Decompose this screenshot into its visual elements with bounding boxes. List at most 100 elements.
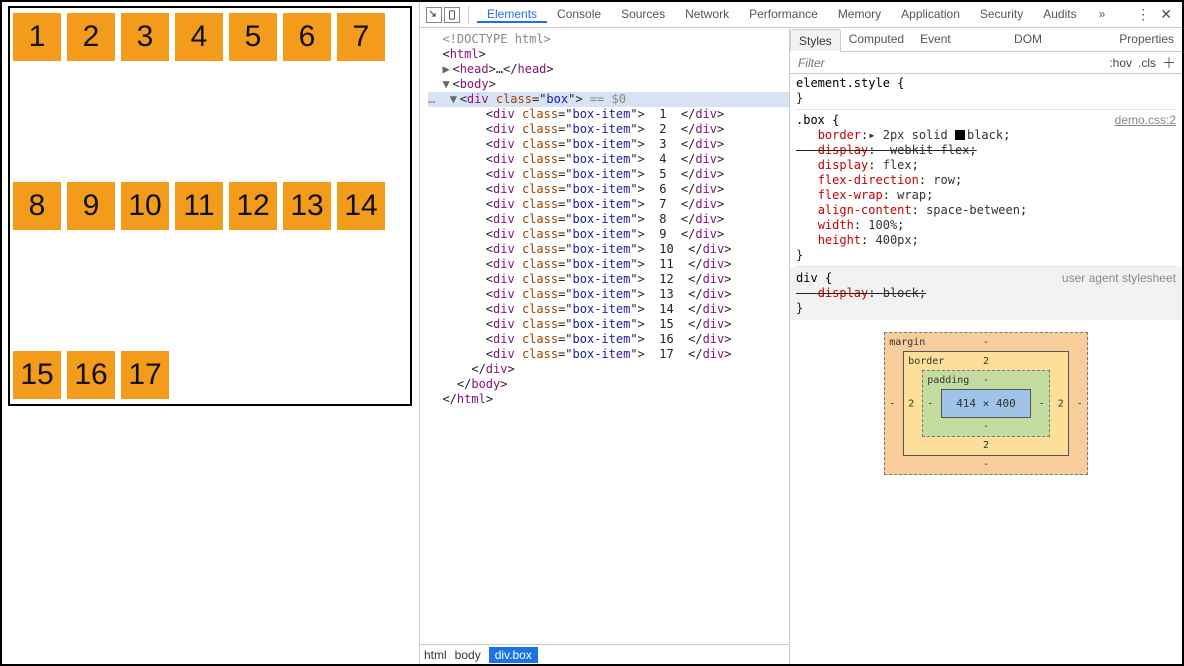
separator [468, 6, 469, 24]
val-flexdir[interactable]: row [933, 173, 955, 187]
box-item: 16 [67, 351, 115, 399]
val-align[interactable]: space-between [926, 203, 1020, 217]
val-display[interactable]: flex [883, 158, 912, 172]
inspect-icon[interactable] [426, 7, 442, 23]
elements-tree-pane: <!DOCTYPE html> <html> ▶<head>…</head> ▼… [420, 28, 790, 664]
css-rules[interactable]: element.style { } demo.css:2 .box { bord… [790, 74, 1182, 475]
styles-filter-row: :hov .cls ＋ [790, 52, 1182, 74]
color-swatch-icon[interactable] [955, 130, 965, 140]
val-width[interactable]: 100% [868, 218, 897, 232]
box-item: 13 [283, 182, 331, 230]
bm-margin[interactable]: margin - - - - border 2 2 2 2 [884, 332, 1088, 475]
val-border-color[interactable]: black [967, 128, 1003, 142]
box-item: 6 [283, 13, 331, 61]
prop-wrap[interactable]: flex-wrap [818, 188, 883, 202]
bm-margin-bottom: - [983, 457, 989, 472]
box-item: 7 [337, 13, 385, 61]
ua-val: block [883, 286, 919, 300]
bm-content[interactable]: 414 × 400 [941, 389, 1031, 418]
bm-padding-label: padding [927, 373, 969, 388]
bm-padding-bottom: - [983, 419, 989, 434]
box-item: 15 [13, 351, 61, 399]
close-icon[interactable]: ✕ [1156, 6, 1176, 23]
rule-element-style: element.style { [796, 76, 904, 90]
val-wrap[interactable]: wrap [897, 188, 926, 202]
prop-flexdir[interactable]: flex-direction [818, 173, 919, 187]
device-icon[interactable] [444, 7, 460, 23]
crumb-html[interactable]: html [424, 648, 447, 662]
box-item: 8 [13, 182, 61, 230]
tab-audits[interactable]: Audits [1033, 7, 1086, 21]
box-model: margin - - - - border 2 2 2 2 [796, 320, 1176, 475]
box-item: 11 [175, 182, 223, 230]
styles-filter-input[interactable] [796, 55, 1103, 71]
prop-align[interactable]: align-content [818, 203, 912, 217]
bm-margin-label: margin [889, 335, 925, 350]
close-brace: } [796, 301, 1176, 316]
styles-tab-properties[interactable]: Properties [1111, 28, 1182, 51]
crumb-body[interactable]: body [455, 648, 481, 662]
styles-tab-computed[interactable]: Computed [841, 28, 912, 51]
val-height[interactable]: 400px [876, 233, 912, 247]
tab-security[interactable]: Security [970, 7, 1033, 21]
tab-memory[interactable]: Memory [828, 7, 891, 21]
flex-box: 1234567891011121314151617 [8, 6, 412, 406]
elements-tree[interactable]: <!DOCTYPE html> <html> ▶<head>…</head> ▼… [420, 28, 789, 644]
bm-border-right: 2 [1058, 396, 1064, 411]
prop-border[interactable]: border [818, 128, 861, 142]
bm-margin-right: - [1077, 396, 1083, 411]
box-item: 3 [121, 13, 169, 61]
styles-pane: StylesComputedEvent ListenersDOM Breakpo… [790, 28, 1182, 664]
box-item: 1 [13, 13, 61, 61]
tab-elements[interactable]: Elements [477, 7, 547, 23]
val-border[interactable]: ▸ 2px solid [868, 128, 955, 142]
val-display-struck[interactable]: -webkit-flex [883, 143, 970, 157]
crumb-box[interactable]: div.box [489, 647, 538, 663]
devtools-toolbar: ElementsConsoleSourcesNetworkPerformance… [420, 2, 1182, 28]
tab-more[interactable]: » [1089, 2, 1116, 27]
box-item: 17 [121, 351, 169, 399]
styles-tab-dom-breakpoints[interactable]: DOM Breakpoints [1006, 28, 1111, 51]
close-brace: } [796, 91, 1176, 106]
box-item: 4 [175, 13, 223, 61]
tab-console[interactable]: Console [547, 7, 611, 21]
box-item: 14 [337, 182, 385, 230]
cls-toggle[interactable]: .cls [1138, 56, 1156, 70]
viewport: 1234567891011121314151617 ElementsConsol… [0, 0, 1184, 666]
bm-border-left: 2 [908, 396, 914, 411]
styles-tabs: StylesComputedEvent ListenersDOM Breakpo… [790, 28, 1182, 52]
tab-network[interactable]: Network [675, 7, 739, 21]
prop-display[interactable]: display [818, 158, 869, 172]
devtools: ElementsConsoleSourcesNetworkPerformance… [420, 2, 1182, 664]
box-item: 10 [121, 182, 169, 230]
tab-performance[interactable]: Performance [739, 7, 828, 21]
bm-padding-top: - [983, 373, 989, 388]
box-item: 5 [229, 13, 277, 61]
prop-display-struck[interactable]: display [818, 143, 869, 157]
bm-margin-top: - [983, 335, 989, 350]
bm-border[interactable]: border 2 2 2 2 padding - - - [903, 351, 1069, 456]
close-brace: } [796, 248, 1176, 263]
bm-padding-right: - [1039, 396, 1045, 411]
prop-height[interactable]: height [818, 233, 861, 247]
breadcrumb[interactable]: html body div.box [420, 644, 789, 664]
hov-toggle[interactable]: :hov [1109, 56, 1132, 70]
bm-margin-left: - [889, 396, 895, 411]
styles-tab-event-listeners[interactable]: Event Listeners [912, 28, 1006, 51]
tab-sources[interactable]: Sources [611, 7, 675, 21]
rule-source-link[interactable]: demo.css:2 [1115, 113, 1176, 128]
prop-width[interactable]: width [818, 218, 854, 232]
ua-prop: display [818, 286, 869, 300]
tab-application[interactable]: Application [891, 7, 970, 21]
bm-padding[interactable]: padding - - - - 414 × 400 [922, 370, 1050, 437]
bm-padding-left: - [927, 396, 933, 411]
bm-border-top: 2 [983, 354, 989, 369]
ua-source: user agent stylesheet [1062, 271, 1176, 286]
new-rule-icon[interactable]: ＋ [1162, 53, 1176, 73]
box-item: 2 [67, 13, 115, 61]
menu-icon[interactable]: ⋮ [1132, 6, 1154, 23]
ua-selector: div { [796, 271, 832, 285]
styles-tab-styles[interactable]: Styles [790, 29, 841, 52]
devtools-main: <!DOCTYPE html> <html> ▶<head>…</head> ▼… [420, 28, 1182, 664]
rule-box-selector: .box { [796, 113, 839, 127]
